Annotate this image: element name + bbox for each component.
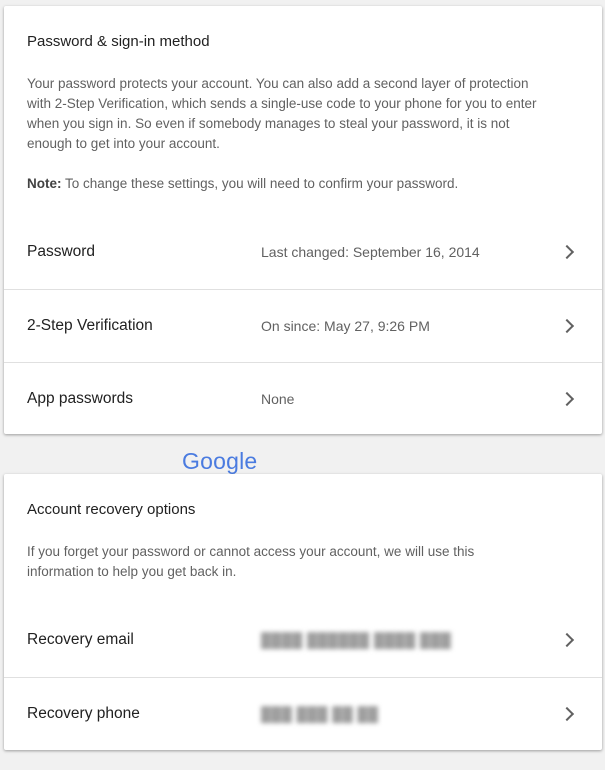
- password-row[interactable]: Password Last changed: September 16, 201…: [4, 216, 602, 288]
- signin-note-label: Note:: [27, 176, 62, 191]
- chevron-right-icon: [559, 632, 575, 648]
- two-step-verification-row[interactable]: 2-Step Verification On since: May 27, 9:…: [4, 289, 602, 362]
- chevron-right-icon: [559, 391, 575, 407]
- chevron-right-icon: [559, 706, 575, 722]
- signin-card-description: Your password protects your account. You…: [27, 76, 537, 151]
- signin-card-title: Password & sign-in method: [27, 33, 210, 50]
- password-row-value: Last changed: September 16, 2014: [261, 244, 480, 260]
- recovery-phone-redacted-value: ███ ███ ██ ██: [261, 706, 379, 722]
- chevron-right-icon: [559, 318, 575, 334]
- recovery-card-description: If you forget your password or cannot ac…: [27, 544, 475, 579]
- two-step-verification-row-label: 2-Step Verification: [27, 317, 153, 334]
- app-passwords-row[interactable]: App passwords None: [4, 362, 602, 435]
- app-passwords-row-label: App passwords: [27, 390, 133, 407]
- recovery-card-title: Account recovery options: [27, 501, 196, 518]
- chevron-right-icon: [559, 244, 575, 260]
- recovery-email-row[interactable]: Recovery email ████ ██████ ████ ███: [4, 604, 602, 676]
- signin-note-text: To change these settings, you will need …: [61, 176, 459, 191]
- two-step-verification-row-value: On since: May 27, 9:26 PM: [261, 318, 430, 334]
- password-row-label: Password: [27, 243, 96, 260]
- recovery-phone-row[interactable]: Recovery phone ███ ███ ██ ██: [4, 677, 602, 750]
- recovery-email-redacted-value: ████ ██████ ████ ███: [261, 632, 452, 648]
- recovery-email-row-label: Recovery email: [27, 631, 134, 648]
- recovery-phone-row-label: Recovery phone: [27, 705, 140, 722]
- account-recovery-card: Account recovery options If you forget y…: [4, 474, 602, 750]
- google-logo: Google: [182, 448, 258, 474]
- password-signin-card: Password & sign-in method Your password …: [4, 6, 602, 434]
- app-passwords-row-value: None: [261, 391, 295, 407]
- signin-note: Note: To change these settings, you will…: [27, 176, 458, 191]
